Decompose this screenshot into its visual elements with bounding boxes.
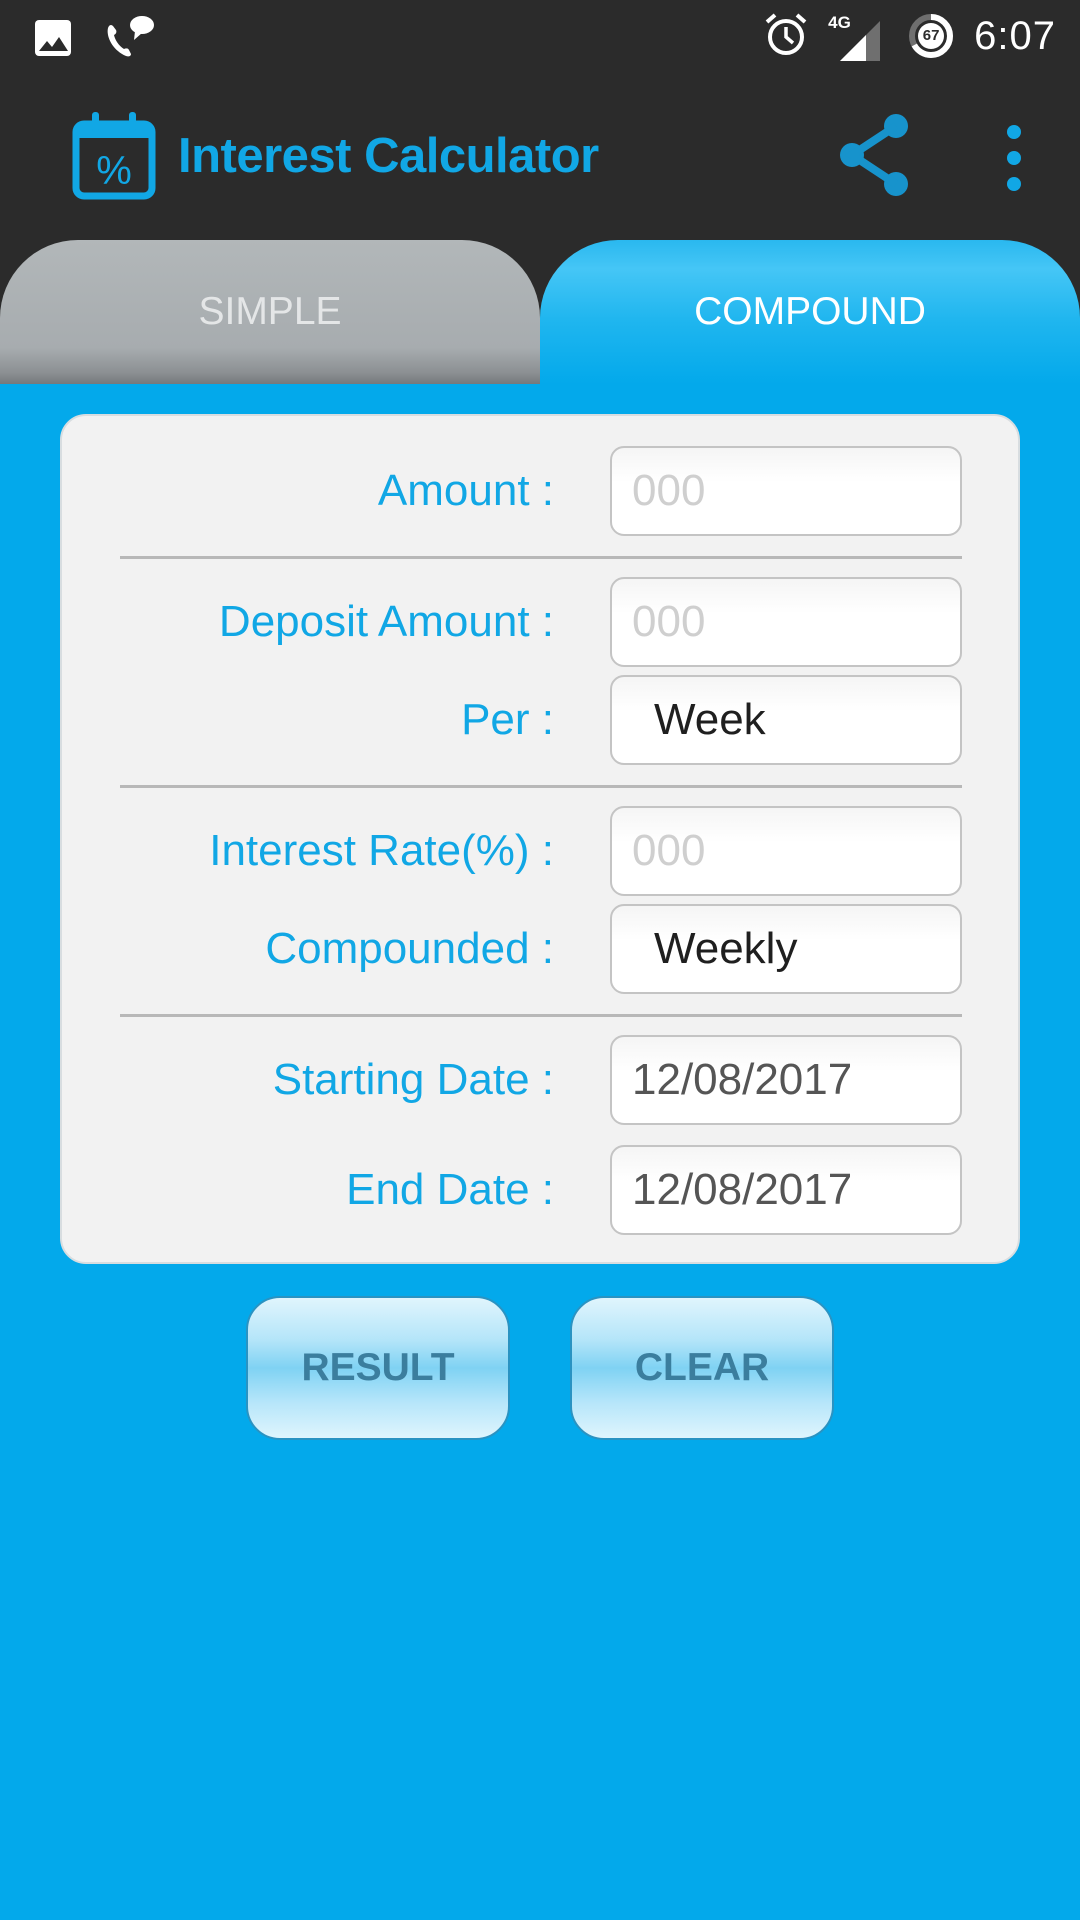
interest-rate-row: Interest Rate(%) : bbox=[62, 806, 1022, 896]
status-bar: 4G 67 6:07 bbox=[0, 0, 1080, 72]
end-date-label: End Date : bbox=[346, 1165, 554, 1214]
image-icon bbox=[34, 17, 74, 62]
end-date-row: End Date : 12/08/2017 bbox=[62, 1145, 1022, 1235]
compounded-row: Compounded : Weekly bbox=[62, 904, 1022, 994]
share-icon[interactable] bbox=[836, 112, 916, 203]
starting-date-label: Starting Date : bbox=[272, 1055, 554, 1104]
amount-label: Amount : bbox=[377, 466, 554, 515]
signal-4g-icon: 4G bbox=[828, 11, 888, 61]
svg-text:%: % bbox=[96, 149, 132, 193]
deposit-amount-row: Deposit Amount : bbox=[62, 577, 1022, 667]
tab-simple[interactable]: SIMPLE bbox=[0, 240, 540, 384]
compounded-select[interactable]: Weekly bbox=[610, 904, 962, 994]
amount-row: Amount : bbox=[62, 446, 1022, 536]
divider bbox=[120, 556, 962, 559]
app-title: Interest Calculator bbox=[178, 129, 599, 183]
tab-compound[interactable]: COMPOUND bbox=[540, 240, 1080, 384]
deposit-amount-input[interactable] bbox=[610, 577, 962, 667]
end-date-field[interactable]: 12/08/2017 bbox=[610, 1145, 962, 1235]
interest-rate-label: Interest Rate(%) : bbox=[209, 826, 554, 875]
system-icons: 4G 67 6:07 bbox=[764, 8, 1056, 64]
more-vert-icon[interactable] bbox=[996, 118, 1032, 198]
clock: 6:07 bbox=[974, 13, 1056, 58]
alarm-icon bbox=[764, 11, 808, 62]
phone-message-icon bbox=[104, 14, 154, 65]
divider bbox=[120, 1014, 962, 1017]
interest-rate-input[interactable] bbox=[610, 806, 962, 896]
tab-bar: SIMPLE COMPOUND bbox=[0, 240, 1080, 384]
per-select[interactable]: Week bbox=[610, 675, 962, 765]
deposit-amount-label: Deposit Amount : bbox=[218, 597, 554, 646]
calendar-percent-icon: % bbox=[72, 112, 156, 205]
starting-date-row: Starting Date : 12/08/2017 bbox=[62, 1035, 1022, 1125]
starting-date-field[interactable]: 12/08/2017 bbox=[610, 1035, 962, 1125]
compounded-label: Compounded : bbox=[265, 924, 554, 973]
result-button[interactable]: RESULT bbox=[246, 1296, 510, 1440]
per-label: Per : bbox=[461, 695, 554, 744]
battery-level: 67 bbox=[922, 27, 940, 44]
battery-icon: 67 bbox=[908, 13, 954, 59]
amount-input[interactable] bbox=[610, 446, 962, 536]
per-row: Per : Week bbox=[62, 675, 1022, 765]
notification-icons bbox=[34, 14, 154, 65]
app-bar: % Interest Calculator bbox=[0, 72, 1080, 240]
compound-form-card: Amount : Deposit Amount : Per : Week Int… bbox=[60, 414, 1020, 1264]
divider bbox=[120, 785, 962, 788]
clear-button[interactable]: CLEAR bbox=[570, 1296, 834, 1440]
